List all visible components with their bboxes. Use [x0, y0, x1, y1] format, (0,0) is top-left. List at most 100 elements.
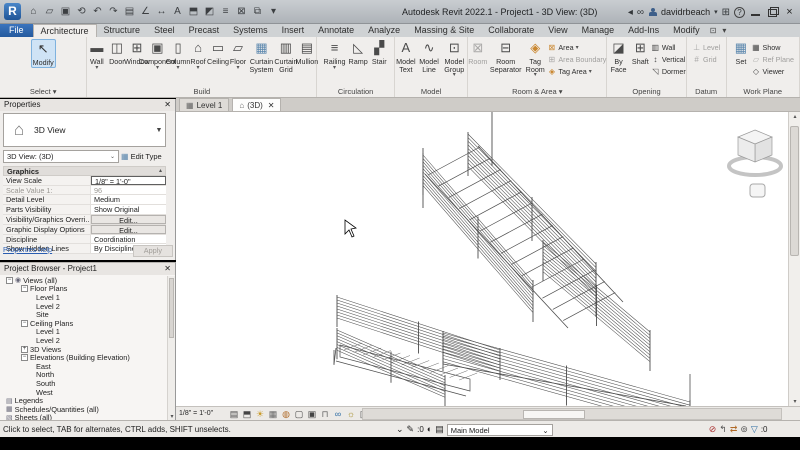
panel-label-work-plane[interactable]: Work Plane	[727, 86, 799, 97]
column-button[interactable]: ▯ Column ▾	[166, 39, 191, 71]
show-crop-region-icon[interactable]: ▣	[306, 408, 318, 420]
project-browser-close-icon[interactable]: ✕	[164, 263, 171, 275]
dropdown-arrow-icon[interactable]: ▾	[177, 65, 180, 71]
print-icon[interactable]: ▤	[122, 4, 137, 20]
panel-label-select[interactable]: Select ▾	[0, 86, 86, 97]
tree-item-south[interactable]: South	[0, 379, 168, 388]
ribbon-tab-steel[interactable]: Steel	[147, 24, 182, 37]
tree-item-level-2[interactable]: Level 2	[0, 302, 168, 311]
view-tab-close-icon[interactable]: ✕	[268, 101, 275, 110]
drawing-area[interactable]	[176, 112, 788, 406]
dropdown-arrow-icon[interactable]: ▾	[453, 72, 456, 78]
show-button[interactable]: ▦ Show	[751, 42, 794, 53]
rendering-dialog-icon[interactable]: ◍	[280, 408, 292, 420]
reveal-hidden-elements-icon[interactable]: ☼	[345, 408, 357, 420]
redo-icon[interactable]: ↷	[106, 4, 121, 20]
steering-wheel-icon[interactable]	[749, 183, 766, 198]
collapse-arrow-icon[interactable]: ◂	[628, 7, 633, 18]
save-icon[interactable]: ▣	[58, 4, 73, 20]
ribbon-tab-modify[interactable]: Modify	[666, 24, 707, 37]
thin-lines-icon[interactable]: ≡	[218, 4, 233, 20]
tree-item-east[interactable]: East	[0, 362, 168, 371]
help-icon[interactable]: ?	[734, 6, 745, 18]
ribbon-tab-manage[interactable]: Manage	[575, 24, 622, 37]
temporary-hide-isolate-icon[interactable]: ∞	[332, 408, 344, 420]
tree-item-level-1[interactable]: Level 1	[0, 293, 168, 302]
ramp-button[interactable]: ◺ Ramp	[348, 39, 369, 66]
app-store-icon[interactable]: ⊞	[722, 7, 730, 18]
dropdown-arrow-icon[interactable]: ▾	[576, 44, 579, 51]
property-value[interactable]: 1/8" = 1'-0"	[91, 175, 166, 185]
edit-type-button[interactable]: ▦ Edit Type	[121, 150, 169, 163]
ribbon-tab-architecture[interactable]: Architecture	[32, 24, 97, 37]
tree-item-ceiling-plans[interactable]: − Ceiling Plans	[0, 319, 168, 328]
model-group-button[interactable]: ⊡ Model Group ▾	[441, 39, 467, 78]
tree-item-views-all-[interactable]: − ◉ Views (all)	[0, 276, 168, 285]
panel-label-model[interactable]: Model	[395, 86, 467, 97]
dropdown-arrow-icon[interactable]: ▾	[95, 65, 98, 71]
property-value[interactable]: Medium	[91, 195, 166, 205]
ribbon-tab-annotate[interactable]: Annotate	[311, 24, 361, 37]
section-icon[interactable]: ◩	[202, 4, 217, 20]
property-value[interactable]: Edit...	[91, 224, 166, 234]
tab-file[interactable]: File	[0, 24, 33, 37]
tag-room-button[interactable]: ◈ Tag Room ▾	[524, 39, 546, 78]
signed-in-user[interactable]: davidrbeach	[661, 7, 710, 17]
wall-button[interactable]: ▬ Wall ▾	[87, 39, 106, 71]
panel-label-build[interactable]: Build	[87, 86, 316, 97]
undo-icon[interactable]: ↶	[90, 4, 105, 20]
ribbon-tab-collaborate[interactable]: Collaborate	[481, 24, 541, 37]
scroll-up-icon[interactable]: ▴	[789, 113, 800, 120]
dropdown-arrow-icon[interactable]: ▾	[333, 65, 336, 71]
expand-icon[interactable]: +	[21, 345, 28, 353]
active-workset-icon[interactable]: ▤	[435, 421, 444, 438]
room-separator-button[interactable]: ⊟ Room Separator	[488, 39, 523, 73]
tag-area-button[interactable]: ◈ Tag Area ▾	[547, 66, 606, 77]
ribbon-tab-structure[interactable]: Structure	[97, 24, 148, 37]
sync-with-central-icon[interactable]: ⟲	[74, 4, 89, 20]
wall-button[interactable]: ▥ Wall	[651, 42, 686, 53]
switch-windows-icon[interactable]: ⧉	[250, 4, 265, 20]
tree-item-floor-plans[interactable]: − Floor Plans	[0, 284, 168, 293]
ceiling-button[interactable]: ▭ Ceiling	[207, 39, 229, 66]
set-button[interactable]: ▦ Set	[731, 39, 750, 66]
editable-elements-icon[interactable]: ✎	[407, 421, 415, 438]
type-selector[interactable]: ⌂ 3D View ▼	[3, 113, 166, 147]
reveal-constraints-icon[interactable]: ⇄	[730, 421, 738, 438]
measure-icon[interactable]: ∠	[138, 4, 153, 20]
home-icon[interactable]: ⌂	[26, 4, 41, 20]
properties-close-icon[interactable]: ✕	[164, 99, 171, 111]
visual-style-icon[interactable]: ⬒	[241, 408, 253, 420]
stair-button[interactable]: ▞ Stair	[370, 39, 389, 66]
press-and-drag-icon[interactable]: ↰	[719, 421, 727, 438]
vertical-button[interactable]: ↕ Vertical	[651, 54, 686, 65]
tree-item-site[interactable]: Site	[0, 310, 168, 319]
minimize-button[interactable]	[749, 6, 762, 19]
type-selector-arrow-icon[interactable]: ▼	[153, 127, 165, 134]
browser-scroll-thumb[interactable]	[169, 278, 174, 338]
properties-section-graphics[interactable]: Graphics ▴	[3, 166, 166, 176]
close-inactive-windows-icon[interactable]: ⊠	[234, 4, 249, 20]
ribbon-tab-massing-site[interactable]: Massing & Site	[407, 24, 481, 37]
railing-button[interactable]: ≡ Railing ▾	[323, 39, 347, 71]
model-text-button[interactable]: A Model Text	[395, 39, 417, 73]
shadows-icon[interactable]: ▦	[267, 408, 279, 420]
tree-item-north[interactable]: North	[0, 370, 168, 379]
worksharing-display-icon[interactable]: ◐	[427, 421, 432, 438]
design-options-selector[interactable]: Main Model ⌄	[446, 423, 553, 436]
user-account-icon[interactable]	[648, 7, 657, 17]
ribbon-tab-view[interactable]: View	[541, 24, 574, 37]
tree-item-schedules-quantities-all-[interactable]: ▦ Schedules/Quantities (all)	[0, 405, 168, 414]
instance-selector[interactable]: 3D View: (3D) ⌄	[3, 150, 119, 163]
by-face-button[interactable]: ◪ By Face	[607, 39, 629, 73]
view-tab--3d-[interactable]: ⌂ (3D) ✕	[232, 98, 282, 111]
filter-icon[interactable]: ▽	[751, 421, 758, 438]
dropdown-arrow-icon[interactable]: ▾	[237, 65, 240, 71]
vertical-scroll-thumb[interactable]	[790, 126, 799, 256]
default-3d-view-icon[interactable]: ⬒	[186, 4, 201, 20]
customize-qat-icon[interactable]: ▾	[266, 4, 281, 20]
dropdown-arrow-icon[interactable]: ▾	[589, 68, 592, 75]
property-value[interactable]: Edit...	[91, 214, 166, 224]
panel-label-datum[interactable]: Datum	[687, 86, 726, 97]
revit-logo-menu[interactable]: R	[4, 3, 21, 20]
